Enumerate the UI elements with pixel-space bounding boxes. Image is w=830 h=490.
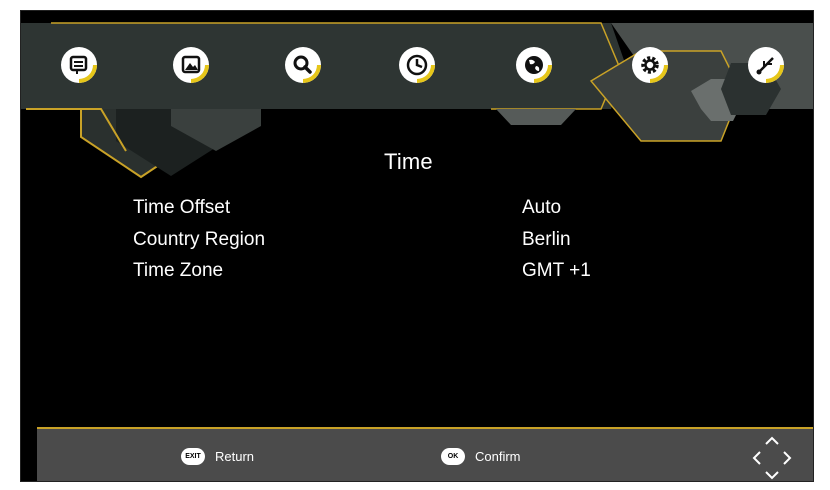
- menu-item-usb[interactable]: [746, 45, 786, 85]
- hint-label: Confirm: [475, 449, 521, 464]
- picture-icon: [173, 47, 209, 83]
- menu-item-search[interactable]: [283, 45, 323, 85]
- menu-item-picture[interactable]: [171, 45, 211, 85]
- setting-label: Time Zone: [133, 260, 224, 281]
- setting-label: Time Offset: [133, 197, 231, 218]
- arrow-keys-icon: [752, 436, 792, 480]
- tv-screen: Time Time Offset Auto Country Region Ber…: [20, 10, 814, 482]
- setting-row-time-offset[interactable]: Time Offset Auto: [133, 197, 693, 227]
- exit-key-icon: EXIT: [181, 448, 205, 465]
- gear-icon: [632, 47, 668, 83]
- program-list-icon: [61, 47, 97, 83]
- hexagon-decoration: [496, 109, 576, 125]
- search-icon: [285, 47, 321, 83]
- setting-value[interactable]: GMT +1: [522, 260, 591, 282]
- menu-item-system[interactable]: [514, 45, 554, 85]
- setting-row-country-region[interactable]: Country Region Berlin: [133, 229, 693, 259]
- hint-return[interactable]: EXIT Return: [181, 448, 301, 468]
- footer-bar: EXIT Return OK Confirm: [37, 427, 813, 481]
- setting-value[interactable]: Auto: [522, 197, 561, 219]
- hint-confirm[interactable]: OK Confirm: [441, 448, 571, 468]
- menu-item-programs[interactable]: [59, 45, 99, 85]
- setting-label: Country Region: [133, 229, 266, 250]
- ok-key-icon: OK: [441, 448, 465, 465]
- page-title: Time: [384, 149, 433, 174]
- hint-label: Return: [215, 449, 255, 464]
- menu-item-time[interactable]: [397, 45, 437, 85]
- menu-item-setup[interactable]: [630, 45, 670, 85]
- setting-row-time-zone[interactable]: Time Zone GMT +1: [133, 260, 693, 290]
- usb-icon: [748, 47, 784, 83]
- time-clock-icon: [399, 47, 435, 83]
- setting-value[interactable]: Berlin: [522, 229, 571, 251]
- globe-icon: [516, 47, 552, 83]
